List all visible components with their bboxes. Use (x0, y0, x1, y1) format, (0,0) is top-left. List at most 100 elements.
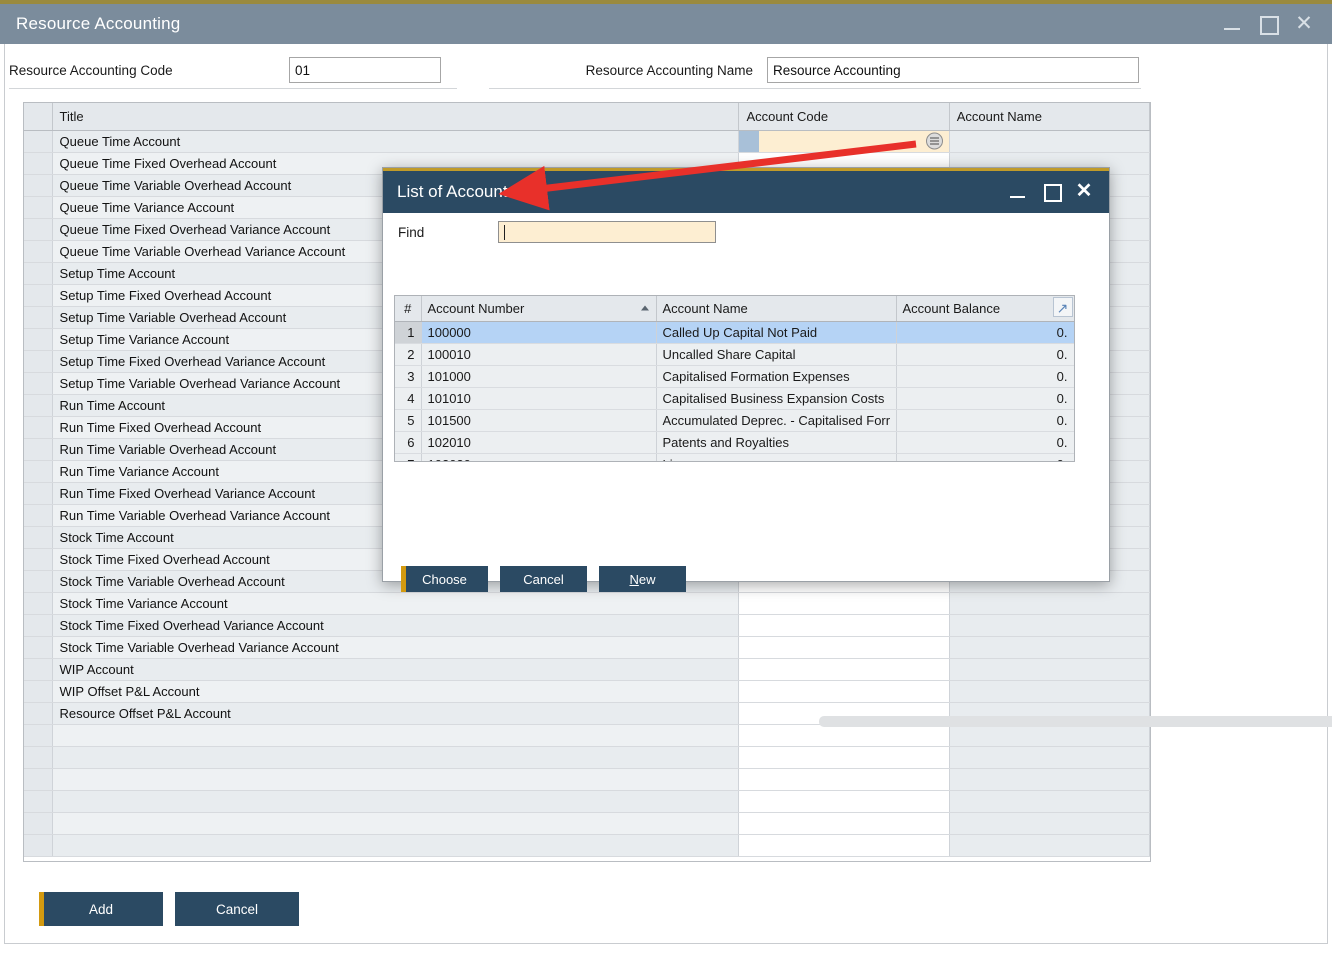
row-gutter[interactable] (24, 328, 52, 350)
list-item[interactable]: 3101000Capitalised Formation Expenses0. (395, 365, 1074, 387)
new-button[interactable]: New (599, 566, 686, 592)
expand-grid-icon[interactable]: ↗ (1053, 297, 1073, 317)
row-gutter[interactable] (24, 724, 52, 746)
cell-account-number[interactable]: 101500 (421, 409, 656, 431)
cell-account-name[interactable] (949, 680, 1149, 702)
cell-title[interactable] (52, 746, 739, 768)
list-item[interactable]: 6102010Patents and Royalties0. (395, 431, 1074, 453)
cell-account-name[interactable]: Uncalled Share Capital (656, 343, 896, 365)
table-row[interactable] (24, 790, 1150, 812)
cell-account-balance[interactable]: 0. (896, 431, 1074, 453)
minimize-icon[interactable] (1222, 14, 1242, 34)
row-index[interactable]: 3 (395, 365, 421, 387)
cell-title[interactable]: Resource Offset P&L Account (52, 702, 739, 724)
maximize-icon[interactable] (1258, 14, 1278, 34)
cell-account-balance[interactable]: 0. (896, 343, 1074, 365)
account-code-cell-active[interactable] (739, 130, 949, 152)
resource-accounting-code-input[interactable]: 01 (289, 57, 441, 83)
cell-title[interactable]: WIP Account (52, 658, 739, 680)
cell-account-balance[interactable]: 0. (896, 409, 1074, 431)
account-code-editor[interactable] (739, 131, 948, 152)
cell-account-code[interactable] (739, 592, 949, 614)
cell-account-name[interactable] (949, 636, 1149, 658)
cell-account-code[interactable] (739, 790, 949, 812)
list-item[interactable]: 2100010Uncalled Share Capital0. (395, 343, 1074, 365)
grid-header-title[interactable]: Title (52, 103, 739, 130)
table-row[interactable]: Stock Time Variance Account (24, 592, 1150, 614)
row-gutter[interactable] (24, 658, 52, 680)
row-gutter[interactable] (24, 768, 52, 790)
find-input[interactable] (498, 221, 716, 243)
row-gutter[interactable] (24, 482, 52, 504)
list-item[interactable]: 4101010Capitalised Business Expansion Co… (395, 387, 1074, 409)
cell-account-name[interactable] (949, 768, 1149, 790)
accounts-table[interactable]: # Account Number Account Name Account Ba… (394, 295, 1075, 462)
accounts-horizontal-scrollbar[interactable] (819, 716, 1332, 727)
row-selector-marker[interactable] (739, 131, 759, 152)
cell-account-name[interactable]: Capitalised Business Expansion Costs (656, 387, 896, 409)
row-gutter[interactable] (24, 504, 52, 526)
row-gutter[interactable] (24, 350, 52, 372)
row-gutter[interactable] (24, 174, 52, 196)
row-gutter[interactable] (24, 460, 52, 482)
accounts-header-account-balance[interactable]: Account Balance ↗ (896, 296, 1074, 321)
cell-title[interactable]: Queue Time Account (52, 130, 739, 152)
table-row[interactable] (24, 768, 1150, 790)
cell-account-name[interactable] (949, 746, 1149, 768)
accounts-header-account-name[interactable]: Account Name (656, 296, 896, 321)
dialog-cancel-button[interactable]: Cancel (500, 566, 587, 592)
cell-account-number[interactable]: 102010 (421, 431, 656, 453)
cell-account-name[interactable] (949, 130, 1149, 152)
row-gutter[interactable] (24, 702, 52, 724)
cell-account-name[interactable]: Called Up Capital Not Paid (656, 321, 896, 343)
row-index[interactable]: 4 (395, 387, 421, 409)
row-gutter[interactable] (24, 152, 52, 174)
cell-account-balance[interactable]: 0. (896, 453, 1074, 462)
row-gutter[interactable] (24, 636, 52, 658)
row-gutter[interactable] (24, 284, 52, 306)
table-row[interactable] (24, 724, 1150, 746)
table-row[interactable]: Stock Time Fixed Overhead Variance Accou… (24, 614, 1150, 636)
grid-header-account-code[interactable]: Account Code (739, 103, 949, 130)
row-index[interactable]: 7 (395, 453, 421, 462)
cell-title[interactable] (52, 812, 739, 834)
table-row[interactable]: WIP Offset P&L Account (24, 680, 1150, 702)
table-row[interactable]: Stock Time Variable Overhead Variance Ac… (24, 636, 1150, 658)
cell-account-name[interactable] (949, 614, 1149, 636)
table-row[interactable] (24, 746, 1150, 768)
table-row[interactable] (24, 834, 1150, 856)
cell-account-name[interactable] (949, 834, 1149, 856)
table-row[interactable]: Queue Time Account (24, 130, 1150, 152)
row-gutter[interactable] (24, 130, 52, 152)
row-gutter[interactable] (24, 834, 52, 856)
cell-account-name[interactable]: Licences (656, 453, 896, 462)
cell-account-code[interactable] (739, 636, 949, 658)
cell-account-name[interactable]: Capitalised Formation Expenses (656, 365, 896, 387)
cell-account-name[interactable] (949, 790, 1149, 812)
cell-account-code[interactable] (739, 768, 949, 790)
row-gutter[interactable] (24, 746, 52, 768)
account-code-lookup-button[interactable] (926, 133, 943, 150)
row-index[interactable]: 2 (395, 343, 421, 365)
cell-account-code[interactable] (739, 658, 949, 680)
cell-account-balance[interactable]: 0. (896, 365, 1074, 387)
row-gutter[interactable] (24, 526, 52, 548)
row-gutter[interactable] (24, 394, 52, 416)
cell-title[interactable] (52, 790, 739, 812)
add-button[interactable]: Add (39, 892, 163, 926)
cell-account-code[interactable] (739, 812, 949, 834)
table-row[interactable]: WIP Account (24, 658, 1150, 680)
cell-account-code[interactable] (739, 680, 949, 702)
cell-account-code[interactable] (739, 614, 949, 636)
cell-title[interactable]: Stock Time Fixed Overhead Variance Accou… (52, 614, 739, 636)
dialog-close-icon[interactable]: ✕ (1075, 183, 1093, 201)
list-item[interactable]: 1100000Called Up Capital Not Paid0. (395, 321, 1074, 343)
cell-account-number[interactable]: 100010 (421, 343, 656, 365)
row-gutter[interactable] (24, 262, 52, 284)
cell-account-name[interactable] (949, 658, 1149, 680)
resource-accounting-name-input[interactable]: Resource Accounting (767, 57, 1139, 83)
grid-header-account-name[interactable]: Account Name (949, 103, 1149, 130)
dialog-minimize-icon[interactable] (1009, 183, 1027, 201)
row-gutter[interactable] (24, 614, 52, 636)
cell-title[interactable] (52, 834, 739, 856)
